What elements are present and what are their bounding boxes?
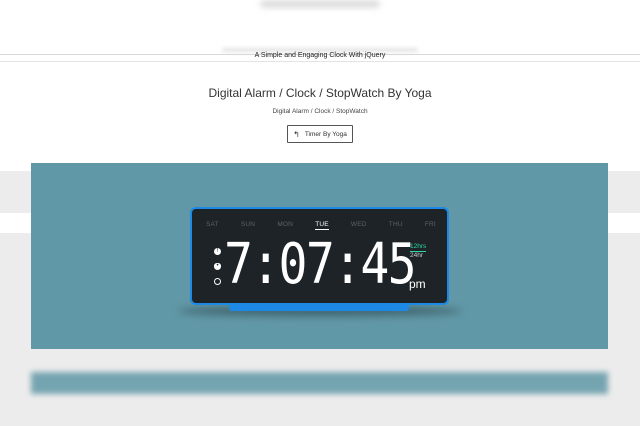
day-thu: THU: [388, 221, 403, 228]
ghosted-stage: [31, 372, 608, 394]
reply-arrow-icon: ↰: [293, 129, 300, 139]
day-wed: WED: [350, 221, 367, 228]
breadcrumb: Digital Alarm / Clock / StopWatch: [272, 108, 368, 115]
bell-icon[interactable]: •: [214, 263, 221, 270]
format-24-option[interactable]: 24hr: [410, 252, 426, 260]
side-icons: ! •: [214, 248, 224, 293]
divider: [0, 61, 640, 62]
format-12-option[interactable]: 12hrs: [410, 243, 427, 252]
day-tue: TUE: [315, 221, 329, 230]
day-sat: SAT: [206, 221, 219, 228]
digital-clock: SAT SUN MON TUE WED THU FRI ! • 7:07:45 …: [190, 207, 449, 305]
day-sun: SUN: [240, 221, 256, 228]
ghosted-header: [0, 0, 640, 55]
page-title: Digital Alarm / Clock / StopWatch By Yog…: [208, 86, 432, 100]
blurred-heading: [260, 0, 380, 8]
weekday-row: SAT SUN MON TUE WED THU FRI: [206, 221, 436, 230]
alarm-icon[interactable]: !: [214, 248, 221, 255]
timer-link-button[interactable]: ↰ Timer By Yoga: [287, 125, 353, 143]
time-display: 7:07:45: [224, 232, 417, 297]
day-fri: FRI: [424, 221, 436, 228]
format-toggle[interactable]: 12hrs 24hr: [410, 243, 427, 260]
day-mon: MON: [277, 221, 294, 228]
timer-link-label: Timer By Yoga: [304, 130, 347, 138]
ampm-indicator: pm: [409, 277, 426, 291]
clock-icon[interactable]: [214, 278, 221, 285]
tagline: A Simple and Engaging Clock With jQuery: [254, 52, 386, 59]
